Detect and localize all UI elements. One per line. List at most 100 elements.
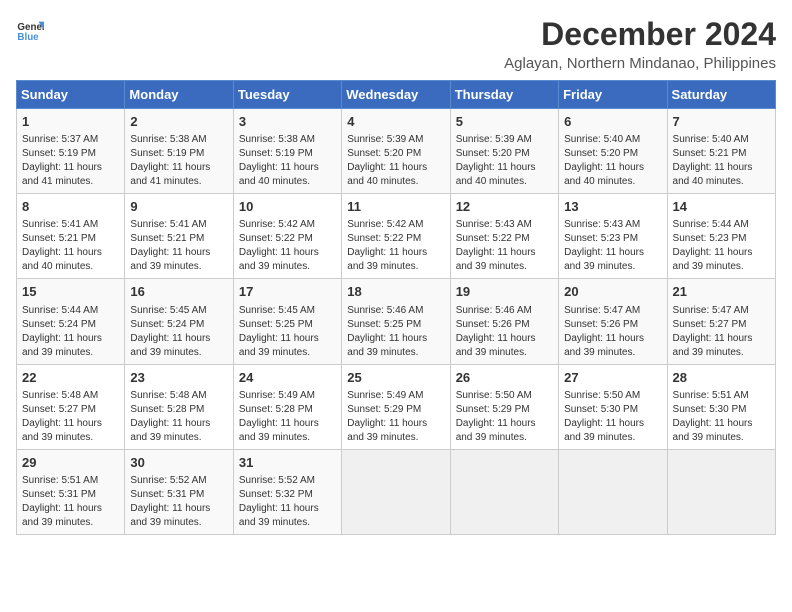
day-number: 4 bbox=[347, 113, 444, 131]
day-number: 7 bbox=[673, 113, 770, 131]
day-detail: Sunrise: 5:46 AMSunset: 5:26 PMDaylight:… bbox=[456, 304, 553, 360]
day-detail: Sunrise: 5:49 AMSunset: 5:28 PMDaylight:… bbox=[239, 389, 336, 445]
day-cell bbox=[667, 449, 775, 534]
day-detail: Sunrise: 5:45 AMSunset: 5:25 PMDaylight:… bbox=[239, 304, 336, 360]
day-number: 23 bbox=[130, 369, 227, 387]
day-number: 2 bbox=[130, 113, 227, 131]
day-number: 15 bbox=[22, 283, 119, 301]
week-row: 22 Sunrise: 5:48 AMSunset: 5:27 PMDayligh… bbox=[17, 364, 776, 449]
day-cell bbox=[342, 449, 450, 534]
day-number: 8 bbox=[22, 198, 119, 216]
page-header: General Blue December 2024 Aglayan, Nort… bbox=[16, 16, 776, 72]
day-cell: 11 Sunrise: 5:42 AMSunset: 5:22 PMDayligh… bbox=[342, 194, 450, 279]
day-detail: Sunrise: 5:44 AMSunset: 5:23 PMDaylight:… bbox=[673, 218, 770, 274]
day-cell: 8 Sunrise: 5:41 AMSunset: 5:21 PMDaylight… bbox=[17, 194, 125, 279]
day-detail: Sunrise: 5:48 AMSunset: 5:27 PMDaylight:… bbox=[22, 389, 119, 445]
day-cell: 30 Sunrise: 5:52 AMSunset: 5:31 PMDayligh… bbox=[125, 449, 233, 534]
day-detail: Sunrise: 5:40 AMSunset: 5:20 PMDaylight:… bbox=[564, 133, 661, 189]
week-row: 8 Sunrise: 5:41 AMSunset: 5:21 PMDaylight… bbox=[17, 194, 776, 279]
day-cell: 19 Sunrise: 5:46 AMSunset: 5:26 PMDayligh… bbox=[450, 279, 558, 364]
month-title: December 2024 bbox=[504, 16, 776, 53]
day-number: 24 bbox=[239, 369, 336, 387]
day-number: 10 bbox=[239, 198, 336, 216]
day-cell bbox=[450, 449, 558, 534]
day-cell: 10 Sunrise: 5:42 AMSunset: 5:22 PMDayligh… bbox=[233, 194, 341, 279]
day-cell: 31 Sunrise: 5:52 AMSunset: 5:32 PMDayligh… bbox=[233, 449, 341, 534]
location-title: Aglayan, Northern Mindanao, Philippines bbox=[504, 55, 776, 72]
day-number: 29 bbox=[22, 454, 119, 472]
day-number: 28 bbox=[673, 369, 770, 387]
day-number: 27 bbox=[564, 369, 661, 387]
day-detail: Sunrise: 5:39 AMSunset: 5:20 PMDaylight:… bbox=[347, 133, 444, 189]
day-cell: 26Sunrise: 5:50 AMSunset: 5:29 PMDayligh… bbox=[450, 364, 558, 449]
day-number: 5 bbox=[456, 113, 553, 131]
day-cell: 22 Sunrise: 5:48 AMSunset: 5:27 PMDayligh… bbox=[17, 364, 125, 449]
day-cell: 4 Sunrise: 5:39 AMSunset: 5:20 PMDaylight… bbox=[342, 109, 450, 194]
day-cell: 21 Sunrise: 5:47 AMSunset: 5:27 PMDayligh… bbox=[667, 279, 775, 364]
day-detail: Sunrise: 5:47 AMSunset: 5:26 PMDaylight:… bbox=[564, 304, 661, 360]
day-cell: 7Sunrise: 5:40 AMSunset: 5:21 PMDaylight… bbox=[667, 109, 775, 194]
day-cell: 18Sunrise: 5:46 AMSunset: 5:25 PMDayligh… bbox=[342, 279, 450, 364]
day-number: 21 bbox=[673, 283, 770, 301]
day-cell: 9Sunrise: 5:41 AMSunset: 5:21 PMDaylight… bbox=[125, 194, 233, 279]
day-cell: 15 Sunrise: 5:44 AMSunset: 5:24 PMDayligh… bbox=[17, 279, 125, 364]
day-number: 26 bbox=[456, 369, 553, 387]
day-cell: 20 Sunrise: 5:47 AMSunset: 5:26 PMDayligh… bbox=[559, 279, 667, 364]
day-detail: Sunrise: 5:45 AMSunset: 5:24 PMDaylight:… bbox=[130, 304, 227, 360]
day-number: 22 bbox=[22, 369, 119, 387]
day-detail: Sunrise: 5:42 AMSunset: 5:22 PMDaylight:… bbox=[239, 218, 336, 274]
day-detail: Sunrise: 5:44 AMSunset: 5:24 PMDaylight:… bbox=[22, 304, 119, 360]
day-detail: Sunrise: 5:38 AMSunset: 5:19 PMDaylight:… bbox=[130, 133, 227, 189]
day-cell: 5 Sunrise: 5:39 AMSunset: 5:20 PMDaylight… bbox=[450, 109, 558, 194]
svg-text:Blue: Blue bbox=[17, 32, 39, 43]
day-detail: Sunrise: 5:43 AMSunset: 5:23 PMDaylight:… bbox=[564, 218, 661, 274]
header-tuesday: Tuesday bbox=[233, 81, 341, 109]
day-cell: 17Sunrise: 5:45 AMSunset: 5:25 PMDayligh… bbox=[233, 279, 341, 364]
day-number: 12 bbox=[456, 198, 553, 216]
day-number: 11 bbox=[347, 198, 444, 216]
day-cell: 23 Sunrise: 5:48 AMSunset: 5:28 PMDayligh… bbox=[125, 364, 233, 449]
day-detail: Sunrise: 5:47 AMSunset: 5:27 PMDaylight:… bbox=[673, 304, 770, 360]
header-friday: Friday bbox=[559, 81, 667, 109]
header-row: SundayMondayTuesdayWednesdayThursdayFrid… bbox=[17, 81, 776, 109]
day-number: 31 bbox=[239, 454, 336, 472]
day-number: 13 bbox=[564, 198, 661, 216]
day-number: 1 bbox=[22, 113, 119, 131]
day-detail: Sunrise: 5:48 AMSunset: 5:28 PMDaylight:… bbox=[130, 389, 227, 445]
day-cell: 27 Sunrise: 5:50 AMSunset: 5:30 PMDayligh… bbox=[559, 364, 667, 449]
day-detail: Sunrise: 5:42 AMSunset: 5:22 PMDaylight:… bbox=[347, 218, 444, 274]
week-row: 1 Sunrise: 5:37 AMSunset: 5:19 PMDaylight… bbox=[17, 109, 776, 194]
day-cell: 13 Sunrise: 5:43 AMSunset: 5:23 PMDayligh… bbox=[559, 194, 667, 279]
day-cell: 16Sunrise: 5:45 AMSunset: 5:24 PMDayligh… bbox=[125, 279, 233, 364]
day-cell: 1 Sunrise: 5:37 AMSunset: 5:19 PMDaylight… bbox=[17, 109, 125, 194]
day-detail: Sunrise: 5:38 AMSunset: 5:19 PMDaylight:… bbox=[239, 133, 336, 189]
day-detail: Sunrise: 5:51 AMSunset: 5:30 PMDaylight:… bbox=[673, 389, 770, 445]
header-thursday: Thursday bbox=[450, 81, 558, 109]
day-cell: 14 Sunrise: 5:44 AMSunset: 5:23 PMDayligh… bbox=[667, 194, 775, 279]
day-cell bbox=[559, 449, 667, 534]
day-detail: Sunrise: 5:39 AMSunset: 5:20 PMDaylight:… bbox=[456, 133, 553, 189]
day-number: 30 bbox=[130, 454, 227, 472]
day-detail: Sunrise: 5:37 AMSunset: 5:19 PMDaylight:… bbox=[22, 133, 119, 189]
day-cell: 3Sunrise: 5:38 AMSunset: 5:19 PMDaylight… bbox=[233, 109, 341, 194]
day-cell: 29Sunrise: 5:51 AMSunset: 5:31 PMDayligh… bbox=[17, 449, 125, 534]
day-number: 20 bbox=[564, 283, 661, 301]
day-number: 14 bbox=[673, 198, 770, 216]
day-detail: Sunrise: 5:46 AMSunset: 5:25 PMDaylight:… bbox=[347, 304, 444, 360]
day-cell: 25Sunrise: 5:49 AMSunset: 5:29 PMDayligh… bbox=[342, 364, 450, 449]
day-detail: Sunrise: 5:52 AMSunset: 5:31 PMDaylight:… bbox=[130, 474, 227, 530]
header-monday: Monday bbox=[125, 81, 233, 109]
header-wednesday: Wednesday bbox=[342, 81, 450, 109]
header-sunday: Sunday bbox=[17, 81, 125, 109]
day-cell: 28 Sunrise: 5:51 AMSunset: 5:30 PMDayligh… bbox=[667, 364, 775, 449]
day-detail: Sunrise: 5:41 AMSunset: 5:21 PMDaylight:… bbox=[22, 218, 119, 274]
day-number: 9 bbox=[130, 198, 227, 216]
calendar-table: SundayMondayTuesdayWednesdayThursdayFrid… bbox=[16, 80, 776, 535]
day-cell: 2 Sunrise: 5:38 AMSunset: 5:19 PMDaylight… bbox=[125, 109, 233, 194]
title-area: December 2024 Aglayan, Northern Mindanao… bbox=[504, 16, 776, 72]
day-detail: Sunrise: 5:52 AMSunset: 5:32 PMDaylight:… bbox=[239, 474, 336, 530]
day-number: 19 bbox=[456, 283, 553, 301]
day-number: 6 bbox=[564, 113, 661, 131]
day-detail: Sunrise: 5:50 AMSunset: 5:30 PMDaylight:… bbox=[564, 389, 661, 445]
day-detail: Sunrise: 5:43 AMSunset: 5:22 PMDaylight:… bbox=[456, 218, 553, 274]
